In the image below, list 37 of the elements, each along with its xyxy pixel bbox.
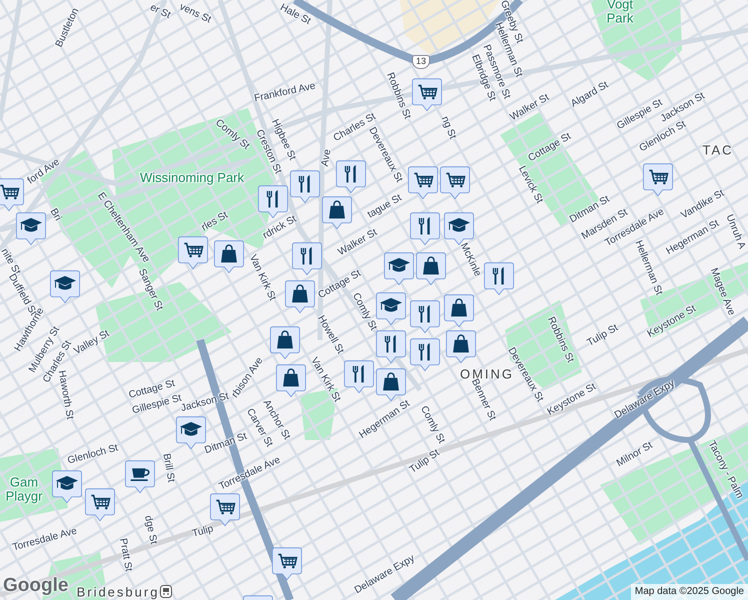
park-label: Wissinoming Park [138, 170, 246, 186]
street-label: vens St [178, 2, 212, 26]
street-label: dge St [142, 514, 158, 546]
street-label: ng St [439, 115, 457, 141]
street-label: Tulip St [586, 323, 620, 349]
street-label: nite St [0, 247, 22, 277]
street-label: tague St [366, 193, 404, 221]
street-label: Valley St [72, 328, 112, 358]
street-label: Magee Ave [708, 267, 736, 317]
street-label: Hale St [278, 2, 312, 28]
street-label: er St [148, 3, 172, 21]
map-logo[interactable]: Google [3, 576, 68, 595]
street-label: Glenloch St [66, 443, 120, 467]
street-label: Bri [48, 207, 62, 223]
street-label: Ave [320, 148, 334, 168]
street-label: Van Kirk St [247, 254, 277, 302]
route-shield: 13 [412, 55, 430, 69]
place-label: TAC [702, 144, 734, 156]
park-label: Gam Playgr [4, 476, 44, 504]
street-label: Ditman St [204, 432, 248, 456]
street-label: Unruh A [724, 213, 746, 251]
street-label: rdrick St [262, 214, 298, 242]
street-label: rles St [200, 210, 230, 234]
map-attribution: Map data ©2025 Google [630, 584, 748, 600]
park-label: Vogt Park [606, 0, 634, 26]
street-label: Torresdale Ave [12, 526, 78, 554]
street-label: Pratt St [117, 538, 133, 572]
street-label: Brill St [160, 452, 176, 484]
place-label: OMING [460, 368, 514, 380]
street-label: Tulip St [408, 448, 442, 476]
street-label: Jackson St [180, 392, 230, 414]
street-label: Tulip [191, 524, 215, 540]
street-label: Frankford Ave [254, 82, 316, 104]
street-label: ford Ave [26, 157, 62, 187]
place-label: Bridesburg [76, 586, 160, 598]
street-label: Comly St [418, 404, 446, 446]
street-label: Comly St [350, 292, 378, 332]
